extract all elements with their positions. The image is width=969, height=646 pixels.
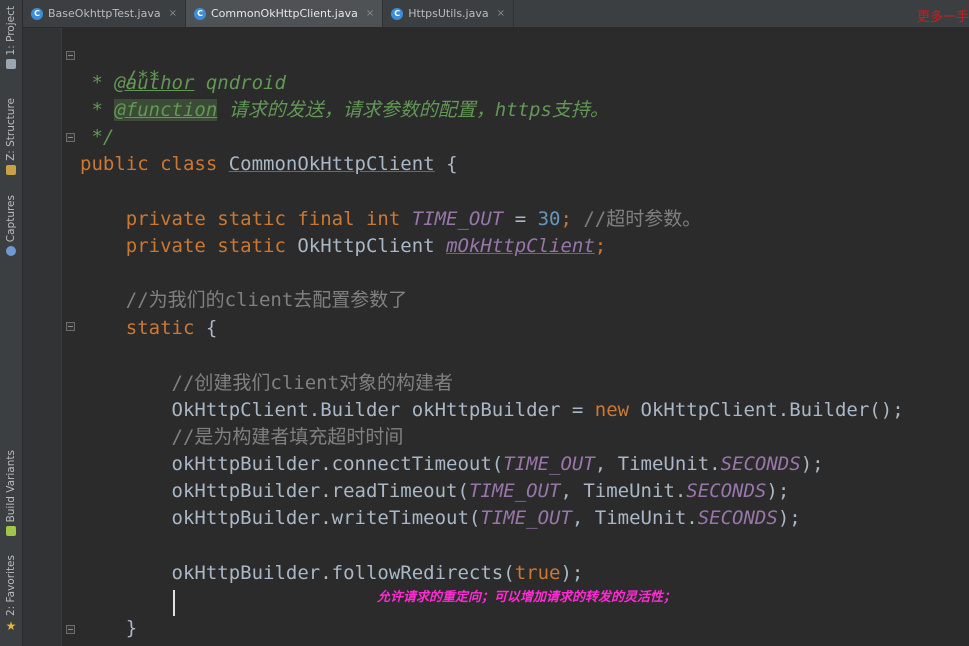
tab-label: BaseOkhttpTest.java — [48, 7, 161, 20]
structure-icon — [6, 164, 16, 175]
project-icon — [6, 59, 16, 70]
video-subtitle: 允许请求的重定向；可以增加请求的转发的灵活性； — [377, 590, 677, 605]
tool-window-label: Captures — [5, 195, 17, 243]
tool-window-strip: 1: Project Z: Structure Captures Build V… — [0, 0, 23, 646]
doc-tag: @author — [114, 72, 195, 94]
code-line: //创建我们client对象的构建者 — [80, 372, 454, 394]
editor-tab-bar: C BaseOkhttpTest.java × C CommonOkHttpCl… — [23, 0, 969, 28]
tool-window-label: 2: Favorites — [5, 555, 17, 616]
fold-marker[interactable] — [66, 51, 75, 60]
tab-common-okhttp-client[interactable]: C CommonOkHttpClient.java × — [186, 0, 384, 27]
code-line: //为我们的client去配置参数了 — [80, 289, 408, 311]
star-icon: ★ — [5, 619, 17, 633]
tool-window-label: 1: Project — [5, 6, 17, 56]
captures-icon — [6, 246, 16, 257]
class-name: CommonOkHttpClient — [228, 153, 435, 175]
editor-gutter — [23, 28, 62, 646]
close-icon[interactable]: × — [366, 8, 374, 19]
close-icon[interactable]: × — [497, 8, 505, 19]
code-line: } — [80, 617, 138, 639]
doc-tag: @function — [114, 99, 218, 121]
text-caret — [173, 590, 175, 616]
code-line: okHttpBuilder.writeTimeout(TIME_OUT, Tim… — [80, 507, 801, 529]
code-line: private static final int TIME_OUT = 30; … — [80, 208, 702, 230]
code-line: /** — [125, 67, 161, 89]
code-line: static { — [80, 317, 218, 339]
tool-window-captures[interactable]: Captures — [0, 195, 22, 257]
close-icon[interactable]: × — [169, 8, 177, 19]
java-class-icon: C — [31, 7, 43, 20]
code-line: //是为构建者填充超时时间 — [80, 426, 404, 448]
tool-window-build-variants[interactable]: Build Variants — [0, 450, 22, 537]
java-class-icon: C — [391, 7, 404, 20]
fold-marker[interactable] — [66, 625, 75, 634]
code-line: * @function 请求的发送，请求参数的配置，https支持。 — [80, 99, 609, 121]
tool-window-label: Z: Structure — [5, 98, 17, 161]
code-line: okHttpBuilder.readTimeout(TIME_OUT, Time… — [80, 480, 790, 502]
code-line: okHttpBuilder.followRedirects(true); — [80, 562, 584, 584]
code-line: */ — [80, 126, 115, 148]
android-icon — [6, 526, 16, 537]
watermark-text: 更多一手 — [916, 10, 969, 25]
code-line: okHttpBuilder.connectTimeout(TIME_OUT, T… — [80, 453, 824, 475]
code-line: OkHttpClient.Builder okHttpBuilder = new… — [80, 399, 904, 421]
code-line: * @author qndroid — [80, 72, 286, 94]
tool-window-structure[interactable]: Z: Structure — [0, 98, 22, 175]
tab-base-okhttp-test[interactable]: C BaseOkhttpTest.java × — [23, 0, 186, 27]
code-line: private static OkHttpClient mOkHttpClien… — [80, 235, 607, 257]
tool-window-label: Build Variants — [5, 450, 17, 523]
fold-marker[interactable] — [66, 133, 75, 142]
tab-label: CommonOkHttpClient.java — [211, 7, 358, 20]
java-class-icon: C — [194, 7, 206, 20]
code-line: public class CommonOkHttpClient { — [80, 153, 458, 175]
tool-window-favorites[interactable]: ★ 2: Favorites — [0, 555, 22, 632]
fold-marker[interactable] — [66, 322, 75, 331]
tool-window-project[interactable]: 1: Project — [0, 6, 22, 70]
tab-https-utils[interactable]: C HttpsUtils.java × — [383, 0, 514, 27]
tab-label: HttpsUtils.java — [408, 7, 489, 20]
